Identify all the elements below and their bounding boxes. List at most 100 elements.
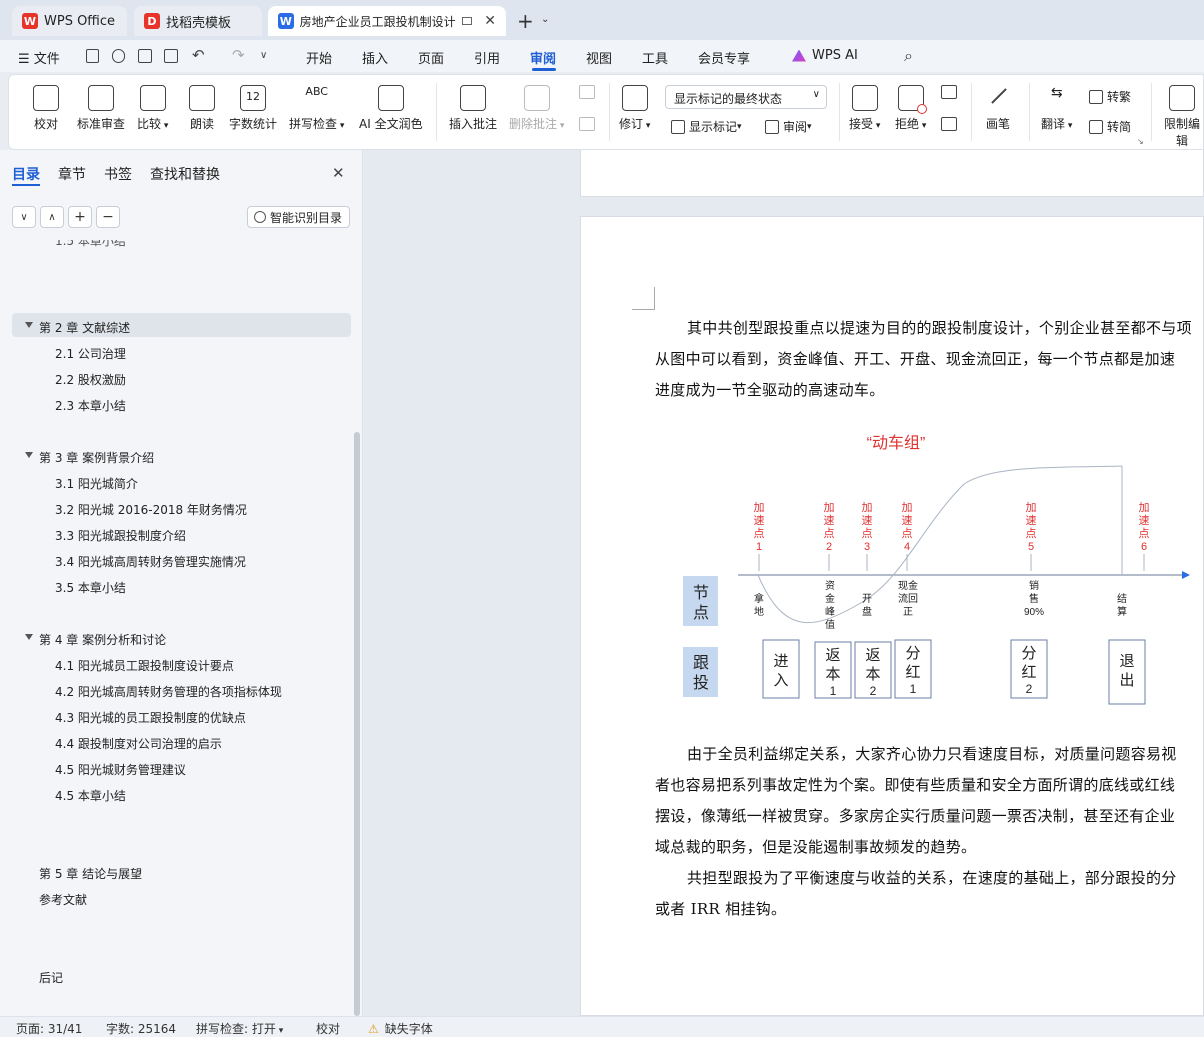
- menu-item-review[interactable]: 审阅: [530, 48, 556, 67]
- body-text-line[interactable]: 者也容易把系列事故定性为个案。即使有些质量和安全方面所谓的底线或红线: [655, 774, 1175, 795]
- toc-item[interactable]: 3.1 阳光城简介: [55, 475, 138, 492]
- insert-comment-button[interactable]: 插入批注: [449, 83, 497, 132]
- smart-toc-button[interactable]: 智能识别目录: [247, 206, 350, 228]
- close-pane-icon[interactable]: ✕: [332, 164, 345, 182]
- body-text-line[interactable]: 进度成为一节全驱动的高速动车。: [655, 379, 885, 400]
- body-text-line[interactable]: 共担型跟投为了平衡速度与收益的关系，在速度的基础上，部分跟投的分: [655, 867, 1177, 888]
- menu-item-page[interactable]: 页面: [418, 48, 444, 67]
- toc-chapter-3[interactable]: 第 3 章 案例背景介绍: [39, 449, 154, 466]
- toc-item[interactable]: 2.3 本章小结: [55, 397, 126, 414]
- next-change-icon[interactable]: [941, 117, 957, 131]
- timeline-node-label: 开盘: [862, 594, 872, 618]
- chevron-down-icon[interactable]: ⌄: [541, 14, 549, 25]
- toc-item[interactable]: 4.4 跟投制度对公司治理的启示: [55, 735, 222, 752]
- toc-item[interactable]: 4.1 阳光城员工跟投制度设计要点: [55, 657, 234, 674]
- to-simplified-button[interactable]: 转简: [1089, 118, 1131, 135]
- accept-button[interactable]: 接受 ▾: [849, 83, 880, 132]
- menu-item-wps-ai[interactable]: WPS AI: [792, 48, 858, 63]
- body-text-line[interactable]: 从图中可以看到，资金峰值、开工、开盘、现金流回正，每一个节点都是加速: [655, 348, 1175, 369]
- toc-references[interactable]: 参考文献: [39, 891, 87, 908]
- body-text-line[interactable]: 域总裁的职务，但是没能遏制事故频发的趋势。: [655, 836, 976, 857]
- expand-down-button[interactable]: ∨: [12, 206, 36, 228]
- group-expand-icon[interactable]: ↘: [1137, 137, 1144, 146]
- show-markup-button[interactable]: 显示标记 ▾: [671, 118, 742, 135]
- collapse-triangle-icon[interactable]: [25, 452, 33, 458]
- read-aloud-button[interactable]: 朗读: [189, 83, 215, 132]
- toc-item[interactable]: 4.5 本章小结: [55, 787, 126, 804]
- toc-item[interactable]: 3.5 本章小结: [55, 579, 126, 596]
- menu-item-member[interactable]: 会员专享: [698, 48, 750, 67]
- page-indicator[interactable]: 页面: 31/41: [16, 1020, 82, 1037]
- tab-wps-office[interactable]: W WPS Office: [12, 6, 127, 36]
- add-heading-button[interactable]: +: [68, 206, 92, 228]
- new-tab-icon[interactable]: +: [517, 9, 534, 33]
- toc-chapter-5[interactable]: 第 5 章 结论与展望: [39, 865, 142, 882]
- toc-item[interactable]: 4.5 阳光城财务管理建议: [55, 761, 186, 778]
- menu-item-start[interactable]: 开始: [306, 48, 332, 67]
- to-traditional-button[interactable]: 转繁: [1089, 88, 1131, 105]
- toc-chapter-2[interactable]: 第 2 章 文献综述: [39, 319, 130, 336]
- body-text-line[interactable]: 由于全员利益绑定关系，大家齐心协力只看速度目标，对质量问题容易视: [655, 743, 1177, 764]
- tab-toc[interactable]: 目录: [12, 164, 40, 184]
- proof-indicator[interactable]: 校对: [316, 1020, 340, 1037]
- menu-file[interactable]: ☰ 文件: [18, 48, 60, 67]
- markup-select[interactable]: 显示标记的最终状态 ∨: [665, 85, 827, 109]
- remove-heading-button[interactable]: −: [96, 206, 120, 228]
- tab-find-replace[interactable]: 查找和替换: [150, 164, 220, 184]
- spell-check-indicator[interactable]: 拼写检查: 打开 ▾: [196, 1020, 283, 1037]
- reject-button[interactable]: 拒绝 ▾: [895, 83, 927, 132]
- next-comment-icon[interactable]: [579, 117, 595, 131]
- translate-button[interactable]: ⇆ 翻译 ▾: [1041, 83, 1072, 132]
- toc-item[interactable]: 2.1 公司治理: [55, 345, 126, 362]
- redo-icon[interactable]: ↷: [232, 46, 245, 64]
- quick-access-chevron-icon[interactable]: ∨: [260, 50, 267, 61]
- spell-check-button[interactable]: ABC 拼写检查 ▾: [289, 83, 344, 132]
- print-preview-icon[interactable]: [164, 49, 178, 63]
- close-tab-icon[interactable]: ✕: [484, 13, 496, 29]
- print-icon[interactable]: [138, 49, 152, 63]
- collapse-triangle-icon[interactable]: [25, 322, 33, 328]
- review-pane-button[interactable]: 审阅 ▾: [765, 118, 812, 135]
- tab-docer[interactable]: D 找稻壳模板: [134, 6, 262, 36]
- undo-icon[interactable]: ↶: [192, 46, 205, 64]
- menu-item-tools[interactable]: 工具: [642, 48, 668, 67]
- compare-button[interactable]: 比较 ▾: [137, 83, 168, 132]
- body-text-line[interactable]: 或者 IRR 相挂钩。: [655, 898, 786, 919]
- tab-chapters[interactable]: 章节: [58, 164, 86, 184]
- missing-font-indicator[interactable]: ⚠ 缺失字体: [368, 1020, 433, 1037]
- toc-item[interactable]: 3.3 阳光城跟投制度介绍: [55, 527, 186, 544]
- toc-item[interactable]: 4.3 阳光城的员工跟投制度的优缺点: [55, 709, 246, 726]
- track-changes-button[interactable]: 修订 ▾: [619, 83, 650, 132]
- pen-button[interactable]: 画笔: [985, 83, 1011, 132]
- toc-item[interactable]: 4.2 阳光城高周转财务管理的各项指标体现: [55, 683, 282, 700]
- ai-polish-button[interactable]: AI 全文润色: [359, 83, 423, 132]
- tab-bookmarks[interactable]: 书签: [104, 164, 132, 184]
- body-text-line[interactable]: 摆设，像薄纸一样被贯穿。多家房企实行质量问题一票否决制，甚至还有企业: [655, 805, 1175, 826]
- search-icon[interactable]: ⌕: [904, 46, 913, 66]
- toc-item[interactable]: 2.2 股权激励: [55, 371, 126, 388]
- toc-item[interactable]: 3.2 阳光城 2016-2018 年财务情况: [55, 501, 247, 518]
- word-count-button[interactable]: 12 字数统计: [229, 83, 277, 132]
- menu-item-view[interactable]: 视图: [586, 48, 612, 67]
- proofread-button[interactable]: 校对: [33, 83, 59, 132]
- monitor-icon[interactable]: [462, 17, 473, 25]
- body-text-line[interactable]: 其中共创型跟投重点以提速为目的的跟投制度设计，个别企业甚至都不与项: [655, 317, 1192, 338]
- prev-comment-icon[interactable]: [579, 85, 595, 99]
- menu-item-reference[interactable]: 引用: [474, 48, 500, 67]
- toc-postscript[interactable]: 后记: [39, 969, 63, 986]
- prev-change-icon[interactable]: [941, 85, 957, 99]
- delete-comment-button[interactable]: 删除批注 ▾: [509, 83, 564, 132]
- save-icon[interactable]: [86, 49, 99, 63]
- toc-item[interactable]: 1.5 本章小结: [55, 240, 126, 249]
- tab-document[interactable]: W 房地产企业员工跟投机制设计 ✕: [268, 6, 506, 36]
- restrict-editing-button[interactable]: 限制编辑: [1161, 83, 1203, 149]
- collapse-triangle-icon[interactable]: [25, 634, 33, 640]
- word-count-indicator[interactable]: 字数: 25164: [106, 1020, 176, 1037]
- standard-review-button[interactable]: 标准审查: [77, 83, 125, 132]
- toc-chapter-4[interactable]: 第 4 章 案例分析和讨论: [39, 631, 166, 648]
- share-icon[interactable]: [112, 49, 125, 63]
- collapse-up-button[interactable]: ∧: [40, 206, 64, 228]
- toc-item[interactable]: 3.4 阳光城高周转财务管理实施情况: [55, 553, 246, 570]
- sidebar-scrollbar[interactable]: [354, 432, 360, 1016]
- menu-item-insert[interactable]: 插入: [362, 48, 388, 67]
